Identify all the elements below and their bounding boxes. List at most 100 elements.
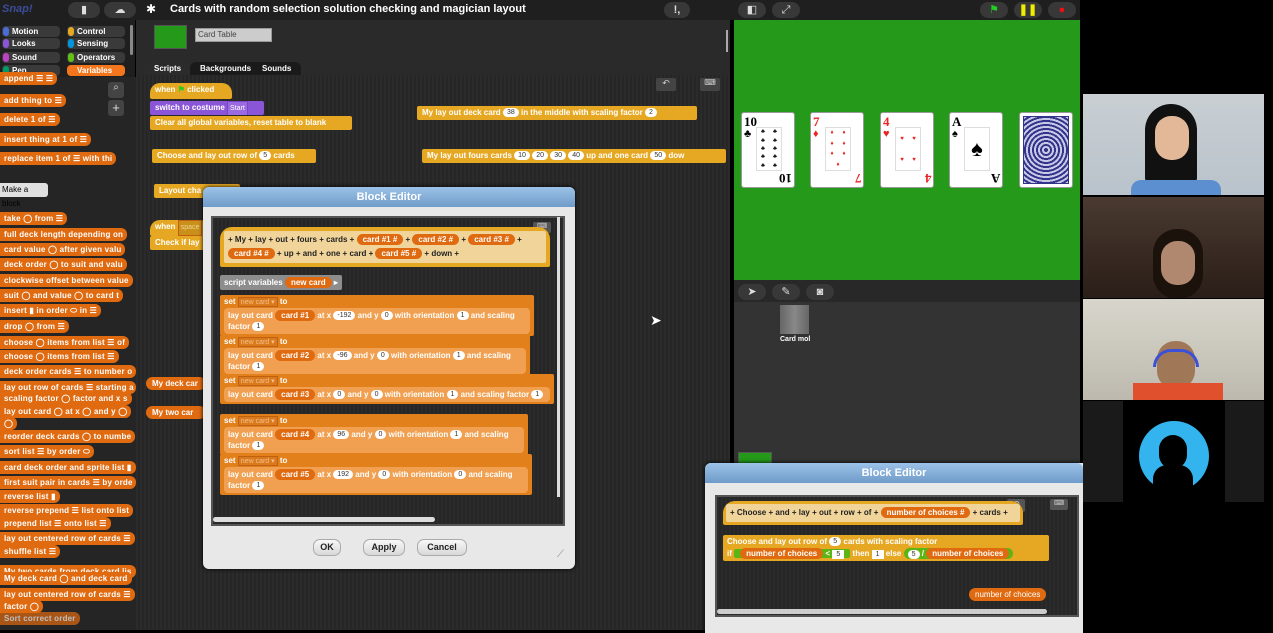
plus-icon[interactable]: + [317,249,326,258]
plus-icon[interactable]: + [766,508,775,517]
palette-custom-block[interactable]: shuffle list ☰ [0,545,61,558]
pause-icon[interactable]: ❚❚ [1014,2,1042,18]
fours-input-2[interactable]: 20 [532,151,548,161]
palette-custom-block[interactable]: scaling factor ◯ factor and x s [0,392,132,405]
palette-custom-block[interactable]: prepend list ☰ onto list ☰ [0,517,111,530]
card-param[interactable]: card #4 [275,429,316,440]
variable-dropdown[interactable]: new card ▾ [237,456,278,466]
custom-block-definition[interactable]: + My + lay + out + fours + cards + card … [220,227,550,267]
number-of-choices-reporter[interactable]: number of choices [969,588,1047,601]
fullscreen-icon[interactable]: ⤢ [772,2,800,18]
y-input[interactable]: 0 [376,351,389,361]
palette-block[interactable]: append ☰ ☰ [0,72,58,85]
scaling-input[interactable]: 2 [645,108,657,118]
video-participant-3[interactable] [1083,299,1264,400]
x-input[interactable]: 0 [333,390,346,400]
palette-custom-block[interactable]: drop ◯ from ☰ [0,320,69,333]
block-prototype[interactable]: + My + lay + out + fours + cards + card … [224,231,546,263]
plus-icon[interactable]: + [730,508,737,517]
cancel-button[interactable]: Cancel [417,539,467,556]
script-scrollbar[interactable] [726,30,728,52]
gear-icon[interactable]: ✱ [146,2,156,16]
card-param[interactable]: card #1 [275,310,316,321]
palette-custom-block[interactable]: deck order cards ☰ to number o [0,365,136,378]
orientation-input[interactable]: 0 [454,470,467,480]
tab-scripts[interactable]: Scripts [144,62,192,75]
block-prototype-2[interactable]: + Choose + and + lay + out + row + of + … [726,504,1020,522]
divide-block[interactable]: 5 / number of choices [903,548,1014,560]
plus-icon[interactable]: + [452,249,459,258]
video-participant-4[interactable] [1083,401,1264,502]
palette-custom-block[interactable]: deck order ◯ to suit and valu [0,258,127,271]
card-param[interactable]: card #5 [275,469,316,480]
when-flag-clicked-block[interactable]: when ⚑ clicked [150,83,232,99]
palette-custom-block[interactable]: suit ◯ and value ◯ to card t [0,289,124,302]
plus-icon[interactable]: + [810,508,819,517]
fours-input-4[interactable]: 40 [568,151,585,161]
var-new-card[interactable]: new card [284,277,332,288]
file-icon[interactable]: ▮ [68,2,100,18]
palette-custom-block[interactable]: lay out card ◯ at x ◯ and y ◯ [0,405,132,418]
palette-custom-block[interactable]: card deck order and sprite list ▮ [0,461,136,474]
custom-block-definition-2[interactable]: + Choose + and + lay + out + row + of + … [723,501,1023,525]
stage-size-icon[interactable]: ◧ [738,2,766,18]
orientation-input[interactable]: 1 [446,390,459,400]
block-editor-2-title[interactable]: Block Editor [705,463,1083,483]
video-participant-1[interactable] [1083,94,1264,195]
my-deck-card-reporter[interactable]: My deck car [146,377,206,390]
script-variables-block[interactable]: script variables new card ▸ [220,275,342,290]
orientation-input[interactable]: 1 [452,351,465,361]
x-input[interactable]: -96 [333,351,352,361]
editor-2-hscrollbar[interactable] [717,609,1047,614]
set-variable-block[interactable]: set new card ▾ to lay out card card #5 at… [220,454,532,495]
plus-icon[interactable]: + [347,235,356,244]
key-dropdown[interactable]: space [177,220,203,236]
tab-sounds[interactable]: Sounds [252,62,302,75]
variable-dropdown[interactable]: new card ▾ [237,297,278,307]
lay-out-fours-block[interactable]: My lay out fours cards 10 20 30 40 up an… [422,149,726,163]
resize-handle[interactable]: ⟋ [557,549,564,560]
plus-icon[interactable]: + [422,249,431,258]
param-card3[interactable]: card #3 # [468,234,515,245]
palette-custom-block[interactable]: full deck length depending on [0,228,128,241]
category-variables[interactable]: Variables [67,65,125,76]
palette-custom-block[interactable]: card value ◯ after given valu [0,243,126,256]
param-card5[interactable]: card #5 # [375,248,423,259]
row-count-input[interactable]: 5 [829,537,842,547]
costume-dropdown[interactable]: Start [227,101,248,115]
make-a-block-button[interactable]: Make a block [0,183,48,208]
palette-custom-block[interactable]: sort list ☰ by order ⬭ [0,445,94,458]
playing-card[interactable]: 7 ♦ 7 ♦ ♦ ♦ ♦ ♦ ♦ ♦ [810,112,864,188]
editor-vscrollbar[interactable] [557,217,560,497]
green-flag-icon[interactable]: ⚑ [980,2,1008,18]
palette-custom-block[interactable]: Sort correct order [0,612,80,625]
param-card4[interactable]: card #4 # [228,248,275,259]
y-input[interactable]: 0 [380,311,393,321]
palette-block[interactable]: replace item 1 of ☰ with thi [0,152,117,165]
card-param[interactable]: card #2 [275,350,316,361]
palette-custom-block[interactable]: insert ▮ in order ⬭ in ☰ [0,304,101,317]
tab-backgrounds[interactable]: Backgrounds [190,62,262,75]
arrow-icon[interactable]: ➤ [738,284,766,300]
category-control[interactable]: Control [67,26,125,37]
x-input[interactable]: -192 [333,311,356,321]
camera-icon[interactable]: ◙ [806,284,834,300]
category-motion[interactable]: Motion [2,26,60,37]
deck-card-input[interactable]: 38 [502,108,519,118]
palette-custom-block[interactable]: choose ◯ items from list ☰ of [0,336,130,349]
row-count-input[interactable]: 5 [259,151,272,161]
plus-icon[interactable]: + [275,249,284,258]
palette-block[interactable]: add thing to ☰ [0,94,66,107]
sprite-icon[interactable] [780,305,809,334]
plus-icon[interactable]: + [246,235,255,244]
var-number-of-choices-2[interactable]: number of choices [926,548,1010,560]
keyboard-icon[interactable]: ⌨ [700,78,720,91]
palette-custom-block[interactable]: lay out centered row of cards ☰ [0,532,135,545]
palette-custom-block[interactable]: reverse prepend ☰ list onto list [0,504,134,517]
category-sound[interactable]: Sound [2,52,60,63]
card-param[interactable]: card #3 [275,389,316,400]
playing-card[interactable]: 10 ♣ 10 ♣ ♣ ♣ ♣ ♣ ♣ ♣ ♣ ♣ ♣ [741,112,795,188]
set-variable-block[interactable]: set new card ▾ to lay out card card #3 at… [220,374,554,404]
block-editor-title[interactable]: Block Editor [203,187,575,207]
param-card1[interactable]: card #1 # [356,234,404,245]
